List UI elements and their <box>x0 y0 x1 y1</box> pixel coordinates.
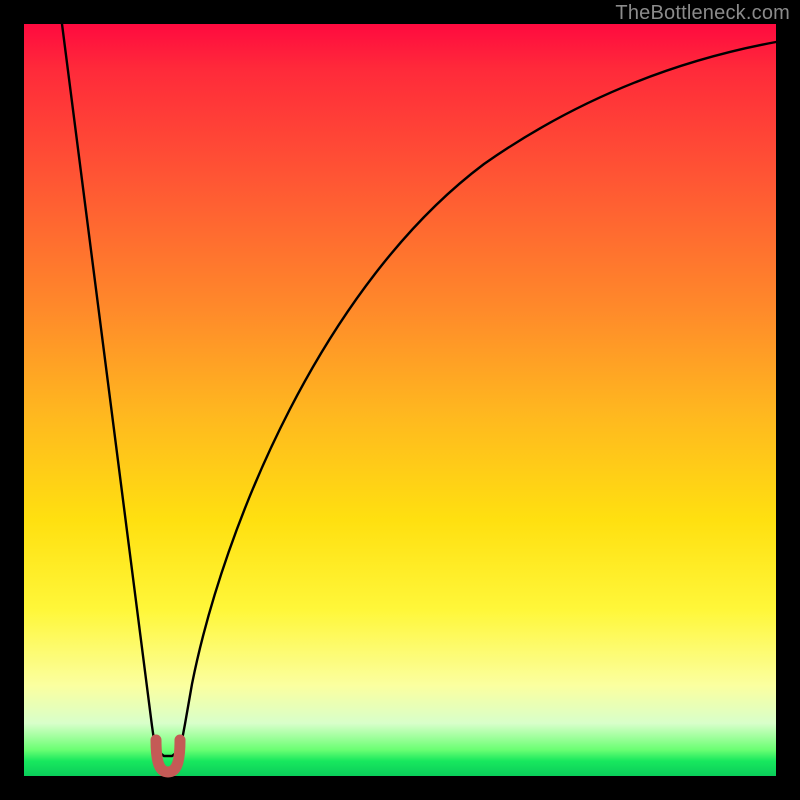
watermark-text: TheBottleneck.com <box>615 2 790 25</box>
curve-layer <box>24 24 776 776</box>
chart-stage: TheBottleneck.com <box>0 0 800 800</box>
bottleneck-curve <box>62 24 776 756</box>
plot-area <box>24 24 776 776</box>
